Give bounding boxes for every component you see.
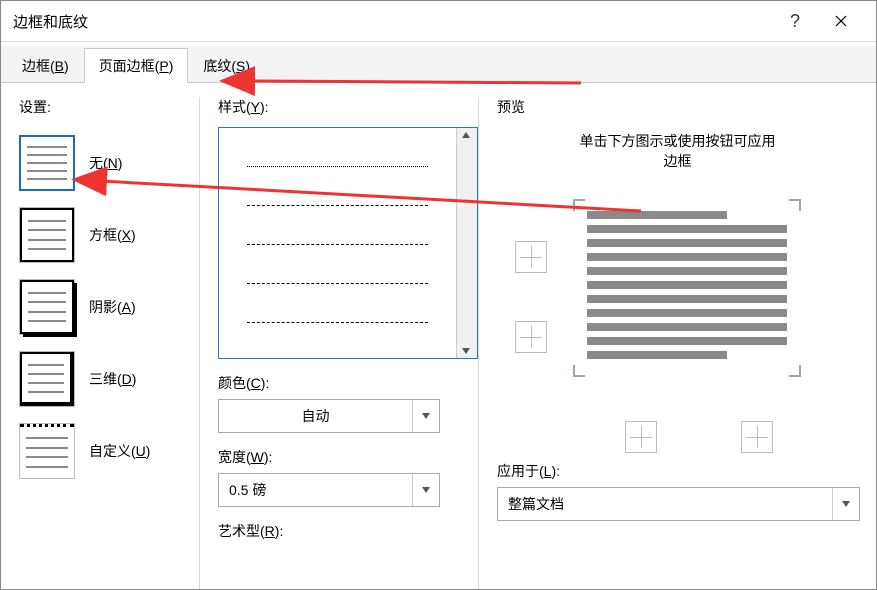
tab-bar: 边框(B) 页面边框(P) 底纹(S) <box>1 46 876 83</box>
setting-3d[interactable]: 三维(D) <box>19 343 199 415</box>
help-button[interactable]: ? <box>772 1 818 41</box>
dialog-body: 设置: 无(N) 方框(X) 阴影(A) <box>1 83 876 589</box>
setting-none-thumb <box>19 135 75 191</box>
apply-label: 应用于(L): <box>497 461 858 481</box>
style-column: 样式(Y): 颜色(C): 自动 <box>199 97 478 589</box>
setting-none[interactable]: 无(N) <box>19 127 199 199</box>
border-left-button[interactable] <box>625 421 657 453</box>
setting-box-label: 方框(X) <box>89 225 136 245</box>
tab-shading[interactable]: 底纹(S) <box>188 48 265 83</box>
tab-page-border[interactable]: 页面边框(P) <box>84 48 189 83</box>
width-value: 0.5 磅 <box>219 480 412 500</box>
art-label: 艺术型(R): <box>218 521 478 541</box>
setting-shadow-thumb <box>19 279 75 335</box>
settings-column: 设置: 无(N) 方框(X) 阴影(A) <box>19 97 199 589</box>
chevron-down-icon <box>832 488 859 520</box>
setting-shadow-label: 阴影(A) <box>89 297 136 317</box>
color-label: 颜色(C): <box>218 373 478 393</box>
preview-page[interactable] <box>587 211 787 365</box>
width-label: 宽度(W): <box>218 447 478 467</box>
apply-dropdown[interactable]: 整篇文档 <box>497 487 860 521</box>
preview-column: 预览 单击下方图示或使用按钮可应用 边框 <box>478 97 858 589</box>
style-scrollbar[interactable] <box>456 128 477 358</box>
style-item-dashed-s[interactable] <box>233 206 442 245</box>
settings-title: 设置: <box>19 97 199 117</box>
style-item-dashed-l[interactable] <box>233 284 442 323</box>
color-dropdown[interactable]: 自动 <box>218 399 440 433</box>
setting-custom-thumb <box>19 423 75 479</box>
border-bottom-button[interactable] <box>515 321 547 353</box>
setting-none-label: 无(N) <box>89 153 122 173</box>
width-dropdown[interactable]: 0.5 磅 <box>218 473 440 507</box>
border-top-button[interactable] <box>515 241 547 273</box>
style-listbox[interactable] <box>218 127 478 359</box>
setting-shadow[interactable]: 阴影(A) <box>19 271 199 343</box>
style-item-dashdot[interactable] <box>233 323 442 358</box>
style-title: 样式(Y): <box>218 97 478 117</box>
color-value: 自动 <box>219 406 412 426</box>
preview-title: 预览 <box>497 97 858 117</box>
close-icon <box>835 15 847 27</box>
setting-box-thumb <box>19 207 75 263</box>
close-button[interactable] <box>818 1 864 41</box>
setting-3d-thumb <box>19 351 75 407</box>
setting-custom[interactable]: 自定义(U) <box>19 415 199 487</box>
preview-area <box>497 211 858 421</box>
border-right-button[interactable] <box>741 421 773 453</box>
style-items <box>219 128 456 358</box>
preview-hint: 单击下方图示或使用按钮可应用 边框 <box>497 131 858 171</box>
titlebar: 边框和底纹 ? <box>1 1 876 42</box>
style-item-dotted[interactable] <box>233 167 442 206</box>
style-item-solid[interactable] <box>233 128 442 167</box>
setting-custom-label: 自定义(U) <box>89 441 150 461</box>
apply-value: 整篇文档 <box>498 494 832 514</box>
style-item-dashed-m[interactable] <box>233 245 442 284</box>
setting-box[interactable]: 方框(X) <box>19 199 199 271</box>
tab-border[interactable]: 边框(B) <box>7 48 84 83</box>
chevron-down-icon <box>412 474 439 506</box>
dialog-title: 边框和底纹 <box>13 11 772 32</box>
dialog-window: 边框和底纹 ? 边框(B) 页面边框(P) 底纹(S) 设置: 无(N) <box>0 0 877 590</box>
chevron-down-icon <box>412 400 439 432</box>
setting-3d-label: 三维(D) <box>89 369 136 389</box>
